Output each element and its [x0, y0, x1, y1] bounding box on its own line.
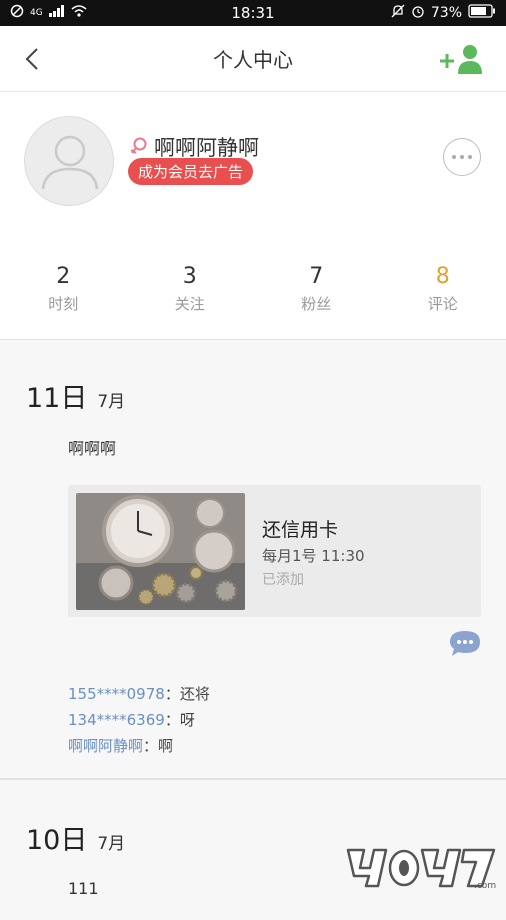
stat-count: 7 — [253, 264, 380, 289]
post-day: 11日 — [26, 376, 87, 415]
back-button[interactable] — [20, 47, 44, 71]
post-text: 啊啊啊 — [68, 435, 480, 459]
more-options-button[interactable] — [443, 138, 481, 176]
stat-fans[interactable]: 7 粉丝 — [253, 264, 380, 314]
comment-separator: ： — [143, 737, 158, 755]
status-bar: 4G 18:31 73% — [0, 0, 506, 26]
stat-count: 3 — [127, 264, 254, 289]
stat-following[interactable]: 3 关注 — [127, 264, 254, 314]
timeline-day: 11日 7月 啊啊啊 还信用卡 每月1号 11:30 — [0, 340, 506, 780]
vip-badge-button[interactable]: 成为会员去广告 — [128, 136, 253, 185]
stat-label: 时刻 — [0, 293, 127, 314]
more-dot-icon — [460, 155, 464, 159]
comment-item: 134****6369：呀 — [68, 707, 480, 733]
comment-item: 啊啊阿静啊：啊 — [68, 733, 480, 759]
comment-action-row — [26, 617, 480, 665]
no-disturb-icon — [10, 4, 24, 22]
signal-icon — [49, 5, 65, 21]
avatar[interactable] — [24, 116, 114, 206]
stat-comments[interactable]: 8 评论 — [380, 264, 506, 314]
comment-button[interactable] — [448, 629, 482, 657]
comment-list: 155****0978：还将 134****6369：呀 啊啊阿静啊：啊 — [68, 681, 480, 759]
comment-user[interactable]: 134****6369 — [68, 711, 165, 729]
comment-user[interactable]: 155****0978 — [68, 685, 165, 703]
more-dot-icon — [468, 155, 472, 159]
comment-text: 还将 — [180, 685, 210, 703]
stats-row: 2 时刻 3 关注 7 粉丝 8 评论 — [0, 264, 506, 314]
wifi-icon — [71, 5, 87, 21]
comment-item: 155****0978：还将 — [68, 681, 480, 707]
reminder-title: 还信用卡 — [262, 515, 338, 542]
comment-bubble-icon — [448, 629, 482, 657]
post-day: 10日 — [26, 818, 87, 857]
profile-section: 啊啊阿静啊 成为会员去广告 2 时刻 3 关注 7 粉丝 8 评论 — [0, 92, 506, 340]
post-month: 7月 — [97, 387, 125, 412]
page-title: 个人中心 — [0, 44, 506, 73]
post-month: 7月 — [97, 829, 125, 854]
add-friend-button[interactable] — [438, 41, 486, 77]
stat-label: 粉丝 — [253, 293, 380, 314]
stat-count: 2 — [0, 264, 127, 289]
reminder-status: 已添加 — [262, 569, 304, 589]
svg-text:.com: .com — [474, 881, 496, 891]
stat-count: 8 — [380, 264, 506, 289]
top-navigation-bar: 个人中心 — [0, 26, 506, 92]
stat-label: 关注 — [127, 293, 254, 314]
comment-text: 呀 — [180, 711, 195, 729]
reminder-time: 每月1号 11:30 — [262, 545, 365, 566]
more-dot-icon — [452, 155, 456, 159]
comment-separator: ： — [165, 685, 180, 703]
alarm-icon — [411, 4, 425, 22]
comment-separator: ： — [165, 711, 180, 729]
mute-icon — [391, 4, 405, 22]
post-date: 11日 7月 — [26, 376, 480, 415]
battery-percent: 73% — [431, 5, 462, 21]
clock-gears-thumbnail — [76, 493, 245, 610]
network-label: 4G — [30, 8, 43, 18]
chevron-left-icon — [25, 47, 39, 71]
default-user-icon — [25, 117, 114, 206]
stat-moments[interactable]: 2 时刻 — [0, 264, 127, 314]
stat-label: 评论 — [380, 293, 506, 314]
vip-badge-label: 成为会员去广告 — [128, 158, 253, 185]
comment-text: 啊 — [158, 737, 173, 755]
reminder-card[interactable]: 还信用卡 每月1号 11:30 已添加 — [68, 485, 481, 617]
site-watermark-logo: .com — [342, 842, 502, 896]
battery-icon — [468, 4, 496, 22]
comment-user[interactable]: 啊啊阿静啊 — [68, 737, 143, 755]
add-user-icon — [438, 43, 484, 75]
